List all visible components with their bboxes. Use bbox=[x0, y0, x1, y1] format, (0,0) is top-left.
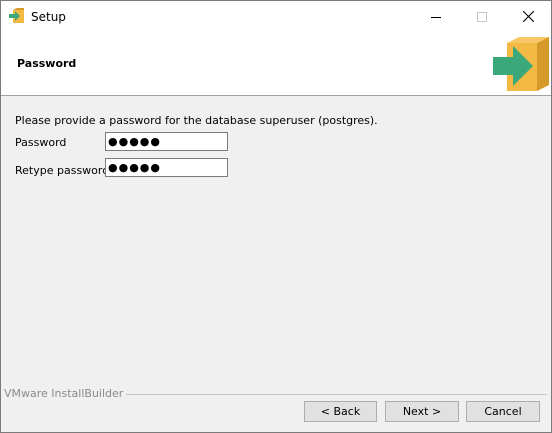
minimize-icon bbox=[431, 16, 441, 18]
next-button[interactable]: Next > bbox=[385, 401, 459, 422]
maximize-icon bbox=[477, 11, 487, 22]
page-title: Password bbox=[17, 57, 77, 70]
retype-password-label: Retype password bbox=[15, 164, 110, 177]
footer-brand: VMware InstallBuilder bbox=[4, 387, 127, 400]
close-button[interactable] bbox=[505, 1, 551, 32]
password-label: Password bbox=[15, 136, 67, 149]
header-panel: Password bbox=[1, 32, 551, 96]
cancel-button[interactable]: Cancel bbox=[466, 401, 540, 422]
back-button[interactable]: < Back bbox=[304, 401, 377, 422]
title-bar: Setup bbox=[1, 1, 551, 32]
content-area: Please provide a password for the databa… bbox=[1, 96, 551, 386]
box-arrow-icon bbox=[493, 37, 549, 91]
maximize-button[interactable] bbox=[459, 1, 505, 32]
retype-password-field[interactable] bbox=[105, 158, 228, 177]
close-icon bbox=[522, 11, 534, 22]
instructions-text: Please provide a password for the databa… bbox=[15, 114, 378, 127]
box-arrow-icon bbox=[9, 8, 24, 23]
setup-window: Setup Password Please provide a password… bbox=[0, 0, 552, 433]
window-title: Setup bbox=[31, 10, 66, 24]
password-field[interactable] bbox=[105, 132, 228, 151]
minimize-button[interactable] bbox=[413, 1, 459, 32]
